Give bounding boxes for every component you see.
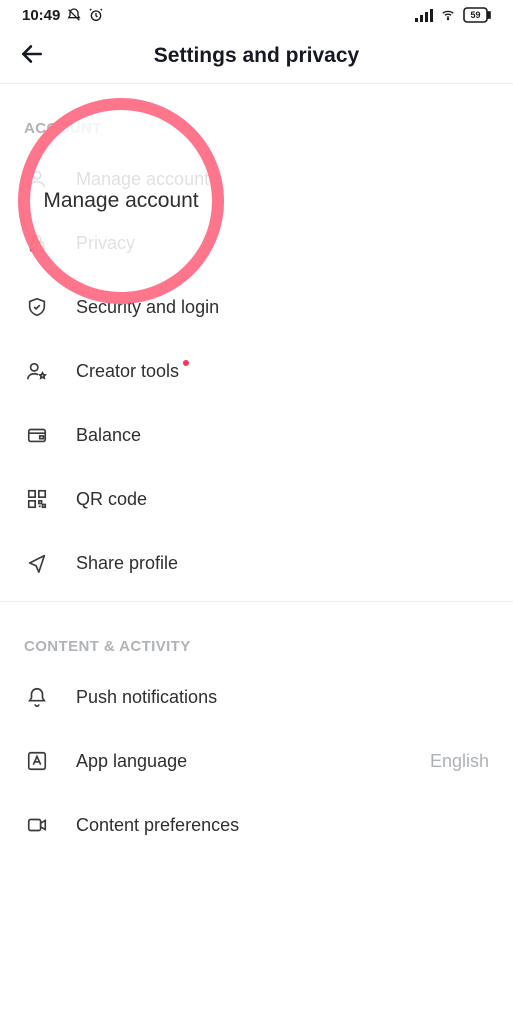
row-push-notifications[interactable]: Push notifications (0, 665, 513, 729)
row-label: Security and login (76, 297, 219, 318)
signal-icon (415, 8, 433, 22)
wifi-icon (439, 8, 457, 22)
row-label: Content preferences (76, 815, 239, 836)
battery-text: 59 (463, 7, 488, 23)
status-bar: 10:49 (0, 0, 513, 28)
qr-icon (24, 486, 50, 512)
row-label: Manage account (76, 169, 209, 190)
language-icon (24, 748, 50, 774)
wallet-icon (24, 422, 50, 448)
row-manage-account[interactable]: Manage account (0, 147, 513, 211)
row-share-profile[interactable]: Share profile (0, 531, 513, 595)
row-balance[interactable]: Balance (0, 403, 513, 467)
back-button[interactable] (16, 40, 48, 72)
row-label: Share profile (76, 553, 178, 574)
section-label-account: ACCOUNT (0, 84, 513, 147)
row-value: English (430, 751, 489, 772)
row-privacy[interactable]: Privacy (0, 211, 513, 275)
row-label: Balance (76, 425, 141, 446)
new-badge-dot (183, 360, 189, 366)
row-qr-code[interactable]: QR code (0, 467, 513, 531)
row-label: Push notifications (76, 687, 217, 708)
person-icon (24, 166, 50, 192)
shield-icon (24, 294, 50, 320)
row-label: Privacy (76, 233, 135, 254)
alarm-icon (88, 7, 104, 23)
battery-icon: 59 (463, 7, 491, 23)
settings-list: ACCOUNT Manage account Privacy Security … (0, 84, 513, 857)
lock-icon (24, 230, 50, 256)
video-icon (24, 812, 50, 838)
status-time: 10:49 (22, 7, 60, 24)
row-label: QR code (76, 489, 147, 510)
app-header: Settings and privacy (0, 28, 513, 84)
row-content-preferences[interactable]: Content preferences (0, 793, 513, 857)
row-app-language[interactable]: App language English (0, 729, 513, 793)
row-security[interactable]: Security and login (0, 275, 513, 339)
dnd-icon (66, 7, 82, 23)
section-label-content: CONTENT & ACTIVITY (0, 602, 513, 665)
row-label: App language (76, 751, 187, 772)
share-icon (24, 550, 50, 576)
back-arrow-icon (19, 41, 45, 70)
row-label: Creator tools (76, 361, 179, 382)
row-creator-tools[interactable]: Creator tools (0, 339, 513, 403)
bell-icon (24, 684, 50, 710)
page-title: Settings and privacy (48, 44, 465, 68)
person-star-icon (24, 358, 50, 384)
